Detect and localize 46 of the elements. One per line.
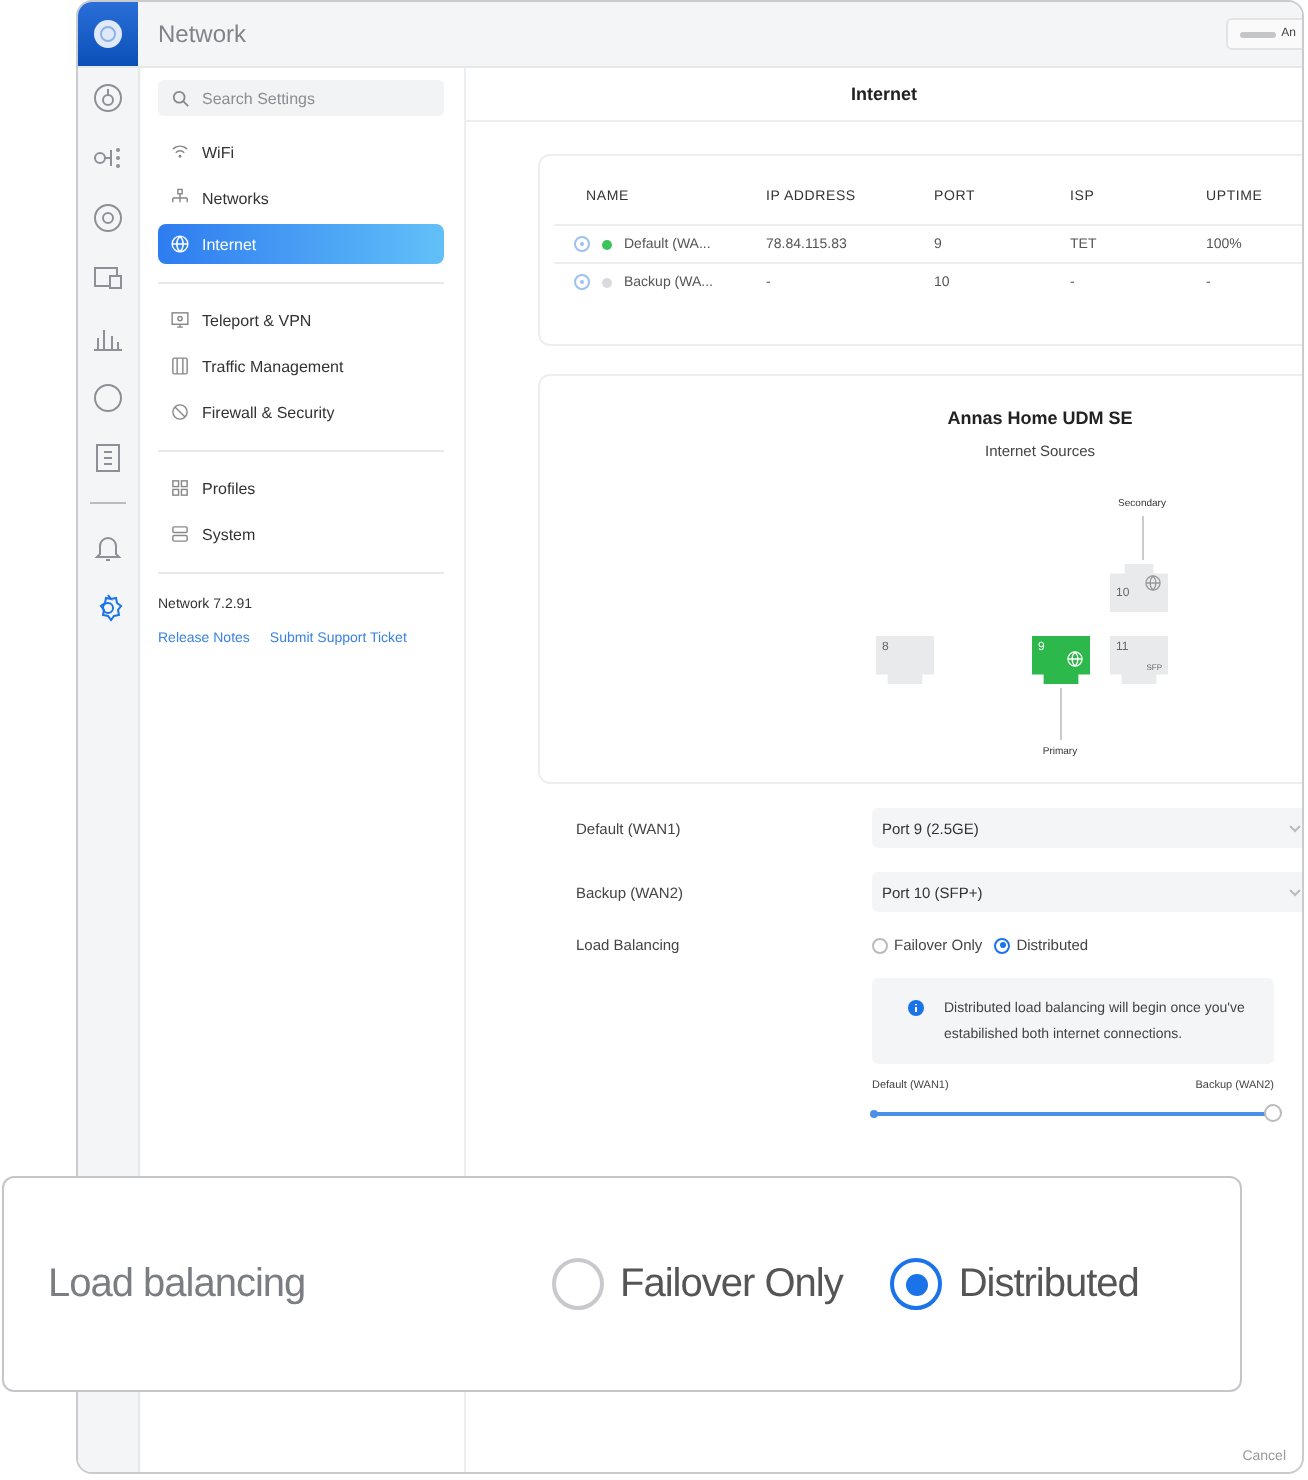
list-icon[interactable]: [92, 442, 124, 474]
circle-icon[interactable]: [92, 382, 124, 414]
search-icon: [172, 89, 190, 107]
radio-icon[interactable]: [994, 937, 1011, 953]
globe-icon: [170, 234, 190, 254]
page-title: Internet: [466, 68, 1302, 122]
caret-icon: [1288, 887, 1302, 897]
monitor-icon: [170, 310, 190, 330]
slider-thumb[interactable]: [1264, 1104, 1282, 1122]
radio-icon[interactable]: [872, 937, 888, 953]
device-name: Annas Home UDM SE: [945, 408, 1135, 428]
sidebar-item[interactable]: System: [158, 514, 444, 554]
sidebar-item[interactable]: Traffic Management: [158, 346, 444, 386]
info-icon[interactable]: [574, 236, 590, 252]
sidebar-item[interactable]: Firewall & Security: [158, 392, 444, 432]
tiles-icon: [170, 478, 190, 498]
network-tree-icon: [170, 188, 190, 208]
app-title: Network: [158, 20, 247, 48]
caret-icon: [1288, 823, 1302, 833]
devices-icon[interactable]: [92, 262, 124, 294]
grid-icon: [170, 356, 190, 376]
bell-icon[interactable]: [92, 532, 124, 564]
block-icon: [170, 402, 190, 422]
globe-icon: [1144, 574, 1162, 592]
app-logo[interactable]: [78, 2, 138, 66]
radio-icon[interactable]: [552, 1258, 604, 1310]
sidebar-item[interactable]: WiFi: [158, 132, 444, 172]
radio-option[interactable]: Distributed: [890, 1258, 1139, 1310]
search-box[interactable]: Search Settings: [158, 80, 444, 116]
leader-line: [1142, 516, 1144, 560]
topology-icon[interactable]: [92, 142, 124, 174]
search-field[interactable]: Search Settings: [202, 89, 422, 107]
callout-label: Load balancing: [48, 1261, 308, 1307]
sidebar-item[interactable]: Teleport & VPN: [158, 300, 444, 340]
server-icon: [170, 524, 190, 544]
sidebar-item[interactable]: Networks: [158, 178, 444, 218]
radio-option[interactable]: Failover Only: [552, 1258, 843, 1310]
sidebar-item[interactable]: Profiles: [158, 468, 444, 508]
info-icon[interactable]: [574, 274, 590, 290]
leader-line: [1060, 688, 1062, 740]
globe-icon: [1066, 650, 1084, 668]
target-icon[interactable]: [92, 202, 124, 234]
radio-icon[interactable]: [890, 1258, 943, 1310]
wifi-icon: [170, 142, 190, 162]
dashboard-icon[interactable]: [92, 82, 124, 114]
info-icon: [908, 1000, 924, 1016]
